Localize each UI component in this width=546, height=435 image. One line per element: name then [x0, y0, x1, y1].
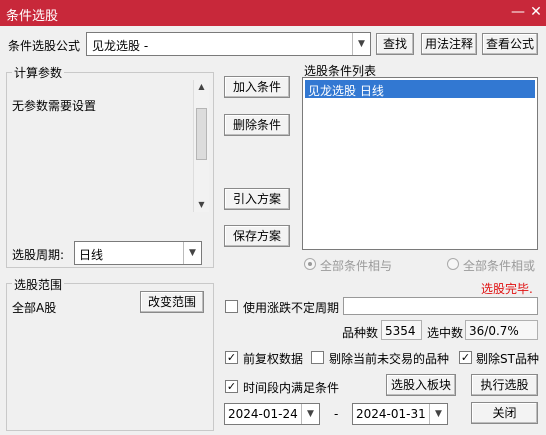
- date-to-picker[interactable]: 2024-01-31 ▼: [352, 403, 448, 425]
- list-item[interactable]: 见龙选股 日线: [305, 80, 535, 98]
- radio-or[interactable]: [447, 258, 459, 270]
- radio-or-label: 全部条件相或: [463, 259, 536, 273]
- formula-label: 条件选股公式: [8, 39, 81, 53]
- usage-notes-button[interactable]: 用法注释: [421, 33, 477, 55]
- variety-count-label: 品种数: [342, 326, 379, 340]
- import-scheme-button[interactable]: 引入方案: [224, 188, 290, 210]
- irregular-period-field[interactable]: [343, 297, 538, 315]
- range-value: 全部A股: [12, 301, 57, 315]
- save-scheme-button[interactable]: 保存方案: [224, 225, 290, 247]
- period-value: 日线: [79, 248, 104, 262]
- exclude-untraded-checkbox[interactable]: [311, 351, 324, 364]
- exclude-untraded-label: 剔除当前未交易的品种: [329, 352, 450, 366]
- params-scrollbar[interactable]: ▲ ▼: [193, 80, 209, 212]
- irregular-period-label: 使用涨跌不定周期: [243, 301, 340, 315]
- add-condition-button[interactable]: 加入条件: [224, 76, 290, 98]
- list-item-label: 见龙选股 日线: [308, 84, 384, 98]
- radio-and[interactable]: [304, 258, 316, 270]
- time-period-label: 时间段内满足条件: [243, 381, 340, 395]
- date-from-picker[interactable]: 2024-01-24 ▼: [224, 403, 320, 425]
- prev-adjusted-label: 前复权数据: [243, 352, 304, 366]
- params-text: 无参数需要设置: [12, 99, 97, 113]
- range-group-title: 选股范围: [12, 276, 65, 293]
- condition-list[interactable]: 见龙选股 日线: [302, 77, 538, 250]
- add-to-board-button[interactable]: 选股入板块: [386, 374, 456, 396]
- condition-stock-picker-dialog: 条件选股 — ✕ 条件选股公式 见龙选股 - ▼ 查找 用法注释 查看公式 计算…: [0, 0, 546, 435]
- time-period-checkbox[interactable]: ✓: [225, 380, 238, 393]
- execute-button[interactable]: 执行选股: [471, 374, 538, 396]
- formula-combobox[interactable]: 见龙选股 - ▼: [86, 32, 371, 56]
- window-title: 条件选股: [6, 9, 59, 24]
- selected-count-field: 36/0.7%: [465, 320, 538, 340]
- variety-count-field: 5354: [381, 320, 422, 340]
- close-icon[interactable]: ✕: [526, 2, 546, 22]
- scroll-down-icon[interactable]: ▼: [194, 198, 209, 212]
- exclude-st-checkbox[interactable]: ✓: [459, 351, 472, 364]
- selected-count-value: 36/0.7%: [469, 324, 519, 338]
- period-select[interactable]: 日线 ▼: [74, 241, 202, 265]
- params-group-title: 计算参数: [12, 64, 65, 81]
- chevron-down-icon[interactable]: ▼: [352, 33, 370, 55]
- chevron-down-icon[interactable]: ▼: [183, 242, 201, 264]
- status-text: 选股完毕.: [481, 282, 533, 296]
- period-label: 选股周期:: [12, 248, 65, 262]
- find-button[interactable]: 查找: [376, 33, 414, 55]
- chevron-down-icon[interactable]: ▼: [429, 404, 447, 424]
- date-to-value: 2024-01-31: [356, 407, 426, 421]
- formula-value: 见龙选股 -: [92, 39, 149, 53]
- radio-and-label: 全部条件相与: [320, 259, 393, 273]
- delete-condition-button[interactable]: 删除条件: [224, 114, 290, 136]
- irregular-period-checkbox[interactable]: [225, 300, 238, 313]
- title-bar[interactable]: 条件选股 — ✕: [0, 0, 546, 26]
- date-from-value: 2024-01-24: [228, 407, 298, 421]
- view-formula-button[interactable]: 查看公式: [482, 33, 538, 55]
- selected-count-label: 选中数: [427, 326, 464, 340]
- scroll-thumb[interactable]: [196, 108, 207, 160]
- change-range-button[interactable]: 改变范围: [140, 291, 204, 313]
- prev-adjusted-checkbox[interactable]: ✓: [225, 351, 238, 364]
- close-button[interactable]: 关闭: [471, 402, 538, 424]
- variety-count-value: 5354: [385, 324, 416, 338]
- exclude-st-label: 剔除ST品种: [476, 352, 539, 366]
- date-separator: -: [334, 407, 339, 421]
- chevron-down-icon[interactable]: ▼: [301, 404, 319, 424]
- minimize-icon[interactable]: —: [508, 2, 528, 22]
- scroll-up-icon[interactable]: ▲: [194, 80, 209, 94]
